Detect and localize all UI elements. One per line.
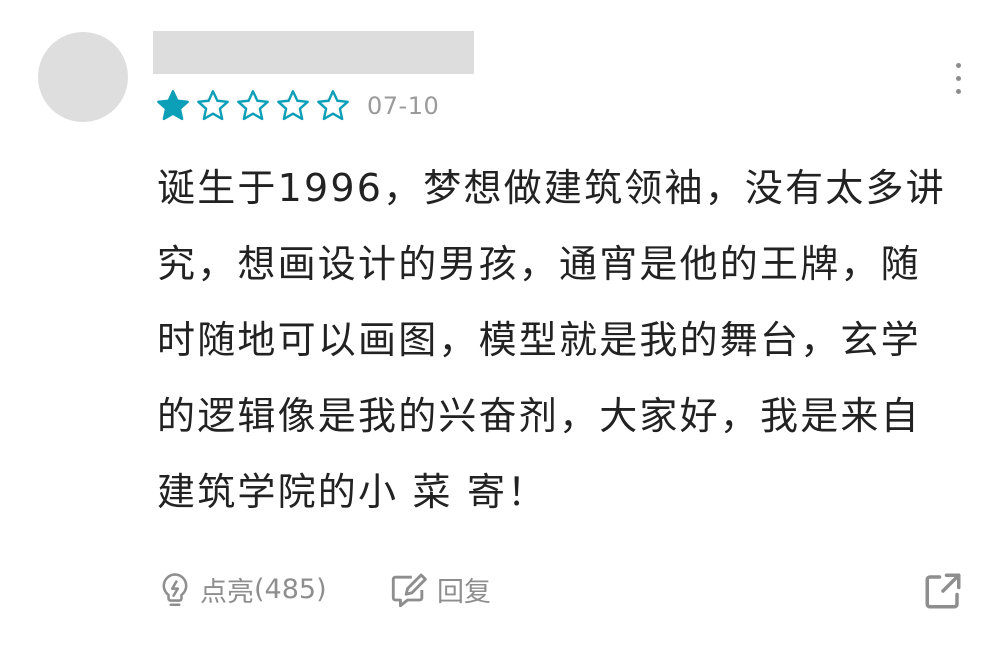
more-options-button[interactable] xyxy=(938,58,978,98)
star-icon xyxy=(237,90,269,121)
star-icon xyxy=(277,90,309,121)
reply-label: 回复 xyxy=(437,577,491,608)
star-icon xyxy=(317,90,349,121)
star-rating xyxy=(155,88,351,124)
like-count: (485) xyxy=(254,574,327,605)
reply-button[interactable]: 回复 xyxy=(389,570,491,609)
comment-date: 07-10 xyxy=(367,92,440,120)
share-icon xyxy=(925,573,961,609)
comment-card: 07-10 诞生于1996，梦想做建筑领袖，没有太多讲究，想画设计的男孩，通宵是… xyxy=(0,0,1000,657)
avatar[interactable] xyxy=(38,32,128,122)
comment-meta: 07-10 xyxy=(155,86,439,126)
comment-actions: 点亮 (485) 回复 xyxy=(0,560,1000,624)
lightbulb-icon xyxy=(162,572,188,606)
star-icon xyxy=(197,90,229,121)
like-label: 点亮 xyxy=(200,577,254,608)
comment-text: 诞生于1996，梦想做建筑领袖，没有太多讲究，想画设计的男孩，通宵是他的王牌，随… xyxy=(157,166,946,514)
more-vertical-icon xyxy=(955,62,961,68)
more-vertical-icon-dot xyxy=(955,75,961,81)
share-button[interactable] xyxy=(922,570,964,612)
username-placeholder[interactable] xyxy=(153,31,474,74)
edit-icon xyxy=(391,573,427,607)
star-icon xyxy=(157,90,189,121)
like-button[interactable]: 点亮 (485) xyxy=(158,570,327,609)
more-vertical-icon-dot xyxy=(955,88,961,94)
